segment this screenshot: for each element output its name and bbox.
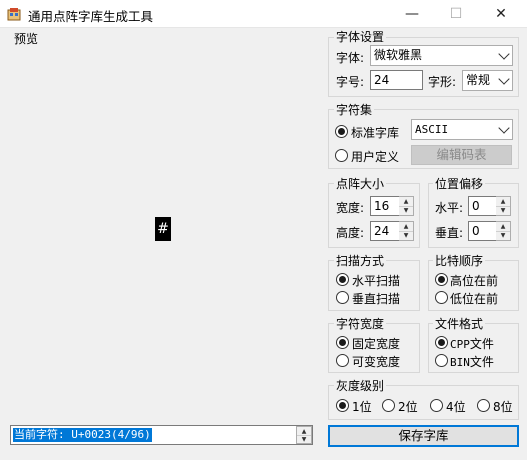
h-offset-label: 水平: xyxy=(435,201,464,215)
edit-code-table-button[interactable]: 编辑码表 xyxy=(411,145,512,165)
height-spinner[interactable]: ▲ ▼ xyxy=(399,221,414,241)
variable-width-label[interactable]: 可变宽度 xyxy=(352,353,400,370)
h-offset-spinner[interactable]: ▲ ▼ xyxy=(496,196,511,216)
shape-label: 字形: xyxy=(428,75,457,89)
char-width-title: 字符宽度 xyxy=(334,315,387,332)
chevron-down-icon xyxy=(498,72,510,85)
matrix-size-title: 点阵大小 xyxy=(334,175,387,192)
gray-2bit-label[interactable]: 2位 xyxy=(398,398,418,415)
gray-1bit-label[interactable]: 1位 xyxy=(352,398,372,415)
shape-select-value: 常规 xyxy=(466,73,491,87)
scan-mode-title: 扫描方式 xyxy=(334,252,387,269)
spin-down-icon[interactable]: ▼ xyxy=(297,435,311,443)
size-field[interactable]: 24 xyxy=(370,70,423,90)
spin-down-icon[interactable]: ▼ xyxy=(399,231,413,240)
gray-2bit-radio[interactable] xyxy=(382,399,395,412)
current-char-text: 当前字符: U+0023(4/96) xyxy=(13,428,152,442)
width-value: 16 xyxy=(374,199,390,213)
gray-4bit-radio[interactable] xyxy=(430,399,443,412)
size-value: 24 xyxy=(374,73,390,87)
cpp-file-radio[interactable] xyxy=(435,336,448,349)
save-font-button[interactable]: 保存字库 xyxy=(328,425,519,447)
h-offset-field[interactable]: 0 xyxy=(468,196,497,216)
charset-select-value: ASCII xyxy=(415,123,449,136)
gray-8bit-label[interactable]: 8位 xyxy=(493,398,513,415)
close-button[interactable]: ✕ xyxy=(478,0,524,28)
scan-vertical-label[interactable]: 垂直扫描 xyxy=(352,290,400,307)
scan-horizontal-label[interactable]: 水平扫描 xyxy=(352,272,400,289)
cpp-file-label[interactable]: CPP文件 xyxy=(450,335,494,352)
font-select[interactable]: 微软雅黑 xyxy=(370,45,513,66)
spin-down-icon[interactable]: ▼ xyxy=(496,206,510,215)
lsb-first-radio[interactable] xyxy=(435,291,448,304)
chevron-down-icon xyxy=(498,47,510,60)
custom-charset-radio[interactable] xyxy=(335,149,348,162)
preview-glyph: # xyxy=(155,217,171,241)
file-format-title: 文件格式 xyxy=(433,315,486,332)
height-value: 24 xyxy=(374,224,390,238)
current-char-field[interactable]: 当前字符: U+0023(4/96) ▲ ▼ xyxy=(10,425,313,445)
gray-4bit-label[interactable]: 4位 xyxy=(446,398,466,415)
variable-width-radio[interactable] xyxy=(336,354,349,367)
font-settings-title: 字体设置 xyxy=(334,28,387,45)
width-spinner[interactable]: ▲ ▼ xyxy=(399,196,414,216)
width-field[interactable]: 16 xyxy=(370,196,400,216)
shape-select[interactable]: 常规 xyxy=(462,70,513,91)
v-offset-spinner[interactable]: ▲ ▼ xyxy=(496,221,511,241)
height-label: 高度: xyxy=(336,226,365,240)
app-icon xyxy=(7,7,21,21)
fixed-width-label[interactable]: 固定宽度 xyxy=(352,335,400,352)
size-label: 字号: xyxy=(336,75,365,89)
window-title: 通用点阵字库生成工具 xyxy=(28,9,154,24)
char-spinner[interactable]: ▲ ▼ xyxy=(296,426,312,444)
standard-charset-radio[interactable] xyxy=(335,125,348,138)
minimize-button[interactable]: — xyxy=(389,0,435,28)
msb-first-radio[interactable] xyxy=(435,273,448,286)
v-offset-field[interactable]: 0 xyxy=(468,221,497,241)
gray-8bit-radio[interactable] xyxy=(477,399,490,412)
chevron-down-icon xyxy=(498,121,510,134)
custom-charset-label[interactable]: 用户定义 xyxy=(351,148,399,165)
bin-file-label[interactable]: BIN文件 xyxy=(450,353,494,370)
bit-order-title: 比特顺序 xyxy=(433,252,486,269)
lsb-first-label[interactable]: 低位在前 xyxy=(450,290,498,307)
v-offset-value: 0 xyxy=(472,224,480,238)
v-offset-label: 垂直: xyxy=(435,226,464,240)
maximize-button[interactable]: ☐ xyxy=(433,0,479,28)
font-select-value: 微软雅黑 xyxy=(374,48,423,62)
spin-down-icon[interactable]: ▼ xyxy=(496,231,510,240)
height-field[interactable]: 24 xyxy=(370,221,400,241)
h-offset-value: 0 xyxy=(472,199,480,213)
msb-first-label[interactable]: 高位在前 xyxy=(450,272,498,289)
standard-charset-label[interactable]: 标准字库 xyxy=(351,124,399,141)
bin-file-radio[interactable] xyxy=(435,354,448,367)
gray-level-title: 灰度级别 xyxy=(334,377,387,394)
scan-horizontal-radio[interactable] xyxy=(336,273,349,286)
offset-title: 位置偏移 xyxy=(433,175,486,192)
gray-1bit-radio[interactable] xyxy=(336,399,349,412)
charset-select[interactable]: ASCII xyxy=(411,119,513,140)
scan-vertical-radio[interactable] xyxy=(336,291,349,304)
font-label: 字体: xyxy=(336,51,365,65)
preview-label: 预览 xyxy=(14,32,39,46)
fixed-width-radio[interactable] xyxy=(336,336,349,349)
spin-down-icon[interactable]: ▼ xyxy=(399,206,413,215)
charset-title: 字符集 xyxy=(334,101,375,118)
width-label: 宽度: xyxy=(336,201,365,215)
